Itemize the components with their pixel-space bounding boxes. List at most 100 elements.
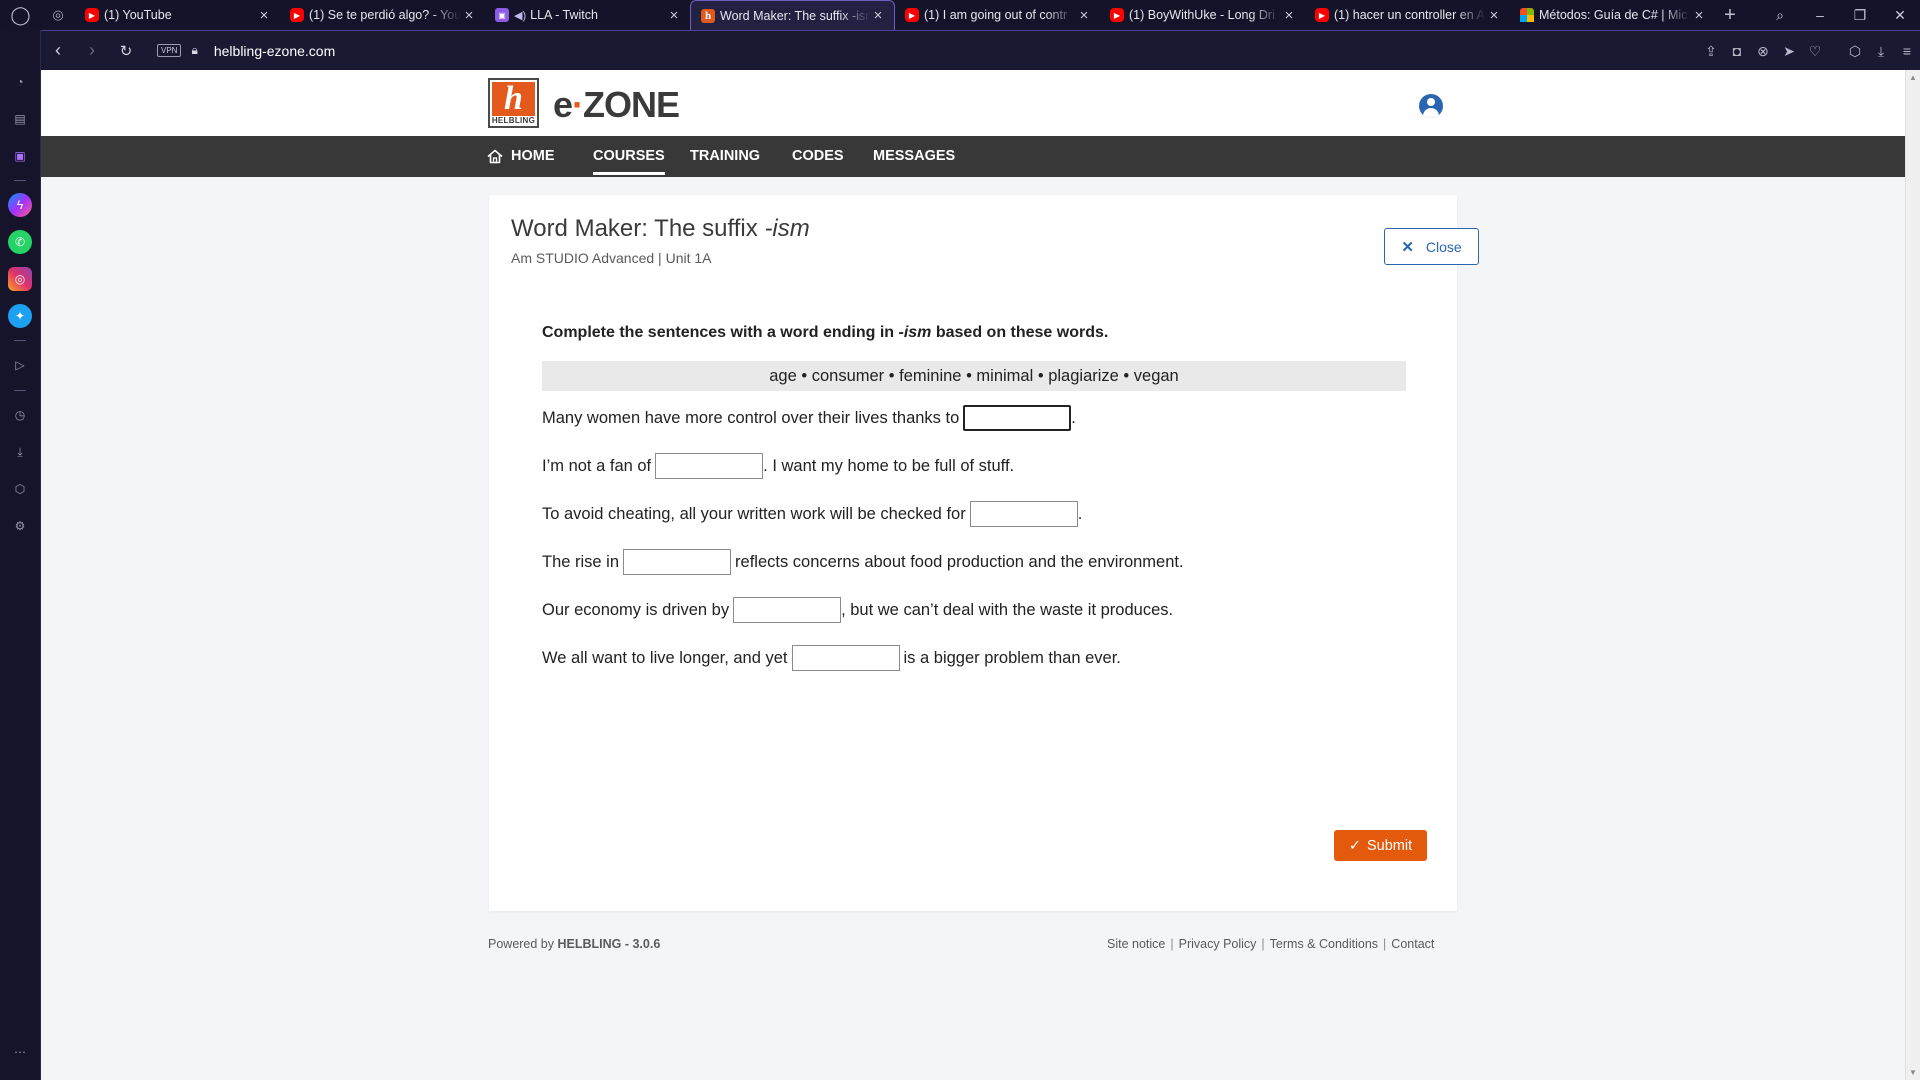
nav-codes[interactable]: CODES (792, 136, 844, 177)
home-icon[interactable] (487, 149, 503, 164)
footer-separator: | (1383, 937, 1387, 951)
browser-sidebar: ◔ ▤ ▣ ϟ ✆ ◎ ✦ ▷ ◷ ⤓ ⬡ ⚙ ⋯ (0, 30, 41, 1080)
history-icon[interactable]: ◷ (8, 403, 32, 427)
extensions-icon[interactable]: ⬡ (1842, 43, 1868, 60)
opera-menu-icon[interactable]: ◯ (0, 0, 41, 30)
sidebar-divider (14, 340, 26, 341)
close-tab-icon[interactable]: × (1076, 7, 1092, 24)
submit-button[interactable]: ✓ Submit (1334, 830, 1427, 861)
workspaces-icon[interactable]: ▤ (8, 107, 32, 131)
tab-search-icon[interactable]: ◎ (41, 7, 75, 23)
footer-link-privacy[interactable]: Privacy Policy (1179, 937, 1257, 951)
whatsapp-icon[interactable]: ✆ (8, 230, 32, 254)
scroll-down-icon[interactable]: ▼ (1909, 1068, 1917, 1077)
user-account-icon[interactable] (1419, 94, 1443, 118)
helbling-icon: h (701, 8, 715, 23)
nav-home[interactable]: HOME (511, 136, 555, 177)
close-icon: ✕ (1401, 238, 1414, 256)
twitch-icon: ▣ (495, 8, 509, 22)
exercise-title: Word Maker: The suffix -ism (511, 215, 810, 242)
download-icon[interactable]: ⤓ (1868, 43, 1894, 60)
ezone-logo[interactable]: e·ZONE (553, 84, 680, 126)
browser-tab[interactable]: ▶ (1) I am going out of contr × (895, 0, 1100, 30)
youtube-icon: ▶ (905, 8, 919, 22)
close-tab-icon[interactable]: × (1281, 7, 1297, 24)
answer-input-6[interactable] (791, 645, 900, 671)
close-tab-icon[interactable]: × (256, 7, 272, 24)
speed-dial-icon[interactable]: ◔ (8, 70, 32, 94)
footer-link-site-notice[interactable]: Site notice (1107, 937, 1165, 951)
answer-input-3[interactable] (969, 501, 1078, 527)
address-bar: ‹ › ↻ VPN 🔒︎ helbling-ezone.com ⇪ ◘ ⊗ ➤ … (41, 30, 1920, 70)
nav-messages[interactable]: MESSAGES (873, 136, 955, 177)
twitch-icon[interactable]: ▣ (8, 144, 32, 168)
player-icon[interactable]: ▷ (8, 353, 32, 377)
sentence-5: Our economy is driven by , but we can’t … (542, 597, 1173, 623)
window-controls: ⌕ – ❐ ✕ (1760, 0, 1920, 30)
answer-input-2[interactable] (655, 453, 764, 479)
browser-tab-active[interactable]: h Word Maker: The suffix -ism × (690, 0, 895, 30)
settings-gear-icon[interactable]: ⚙ (8, 514, 32, 538)
close-tab-icon[interactable]: × (666, 7, 682, 24)
helbling-logo[interactable]: h HELBLING (488, 78, 539, 128)
instagram-icon[interactable]: ◎ (8, 267, 32, 291)
scroll-up-icon[interactable]: ▲ (1909, 73, 1917, 82)
ezone-prefix: e (553, 84, 573, 125)
nav-courses[interactable]: COURSES (593, 136, 665, 177)
word-bank: age • consumer • feminine • minimal • pl… (542, 361, 1406, 391)
menu-icon[interactable]: ≡ (1894, 43, 1920, 59)
footer-link-terms[interactable]: Terms & Conditions (1270, 937, 1378, 951)
instruction-text: Complete the sentences with a word endin… (542, 324, 1109, 341)
answer-input-5[interactable] (733, 597, 842, 623)
logo-brand: HELBLING (491, 116, 536, 125)
url-field[interactable]: helbling-ezone.com (214, 43, 335, 59)
browser-tab[interactable]: ▶ (1) BoyWithUke - Long Dri × (1100, 0, 1305, 30)
lock-icon[interactable]: 🔒︎ (191, 43, 197, 58)
site-header: h HELBLING e·ZONE (41, 70, 1905, 136)
vpn-badge[interactable]: VPN (157, 44, 182, 57)
footer-link-contact[interactable]: Contact (1391, 937, 1434, 951)
page-scrollbar[interactable]: ▲ ▼ (1905, 70, 1920, 1080)
answer-input-1[interactable] (963, 405, 1072, 431)
restore-icon[interactable]: ❐ (1840, 7, 1880, 24)
sentence-2: I’m not a fan of . I want my home to be … (542, 453, 1014, 479)
close-window-icon[interactable]: ✕ (1880, 7, 1920, 24)
sentence-4: The rise in reflects concerns about food… (542, 549, 1184, 575)
close-tab-icon[interactable]: × (461, 7, 477, 24)
snapshot-icon[interactable]: ◘ (1724, 43, 1750, 59)
share-icon[interactable]: ⇪ (1698, 43, 1724, 60)
search-tabs-icon[interactable]: ⌕ (1760, 7, 1800, 24)
exercise-subtitle: Am STUDIO Advanced | Unit 1A (511, 250, 712, 266)
back-icon[interactable]: ‹ (41, 40, 75, 61)
browser-tab[interactable]: ▶ (1) Se te perdió algo? - You × (280, 0, 485, 30)
browser-tab[interactable]: ▶ (1) hacer un controller en A × (1305, 0, 1510, 30)
downloads-icon[interactable]: ⤓ (8, 440, 32, 464)
reload-icon[interactable]: ↻ (109, 42, 143, 60)
youtube-icon: ▶ (1110, 8, 1124, 22)
forward-icon[interactable]: › (75, 40, 109, 61)
heart-icon[interactable]: ♡ (1802, 43, 1828, 60)
close-tab-icon[interactable]: × (1691, 7, 1707, 24)
minimize-icon[interactable]: – (1800, 7, 1840, 23)
twitter-icon[interactable]: ✦ (8, 304, 32, 328)
nav-training[interactable]: TRAINING (690, 136, 760, 177)
send-icon[interactable]: ➤ (1776, 43, 1802, 60)
messenger-icon[interactable]: ϟ (8, 193, 32, 217)
footer-links: Site notice | Privacy Policy | Terms & C… (1107, 937, 1434, 951)
adblock-icon[interactable]: ⊗ (1750, 43, 1776, 60)
answer-input-4[interactable] (623, 549, 732, 575)
browser-tab[interactable]: ▶ (1) YouTube × (75, 0, 280, 30)
browser-tab[interactable]: ▣ ◀) LLA - Twitch × (485, 0, 690, 30)
close-tab-icon[interactable]: × (870, 7, 886, 24)
more-icon[interactable]: ⋯ (8, 1040, 32, 1064)
extensions-icon[interactable]: ⬡ (8, 477, 32, 501)
ezone-dot: · (572, 84, 584, 125)
close-button[interactable]: ✕ Close (1384, 228, 1479, 265)
browser-tab[interactable]: Métodos: Guía de C# | Mic × (1510, 0, 1715, 30)
logo-letter: h (492, 82, 535, 116)
sentence-6: We all want to live longer, and yet is a… (542, 645, 1121, 671)
close-tab-icon[interactable]: × (1486, 7, 1502, 24)
browser-tab-strip: ◯ ◎ ▶ (1) YouTube × ▶ (1) Se te perdió a… (0, 0, 1920, 30)
new-tab-icon[interactable]: + (1715, 4, 1745, 27)
speaker-icon[interactable]: ◀) (514, 9, 526, 22)
